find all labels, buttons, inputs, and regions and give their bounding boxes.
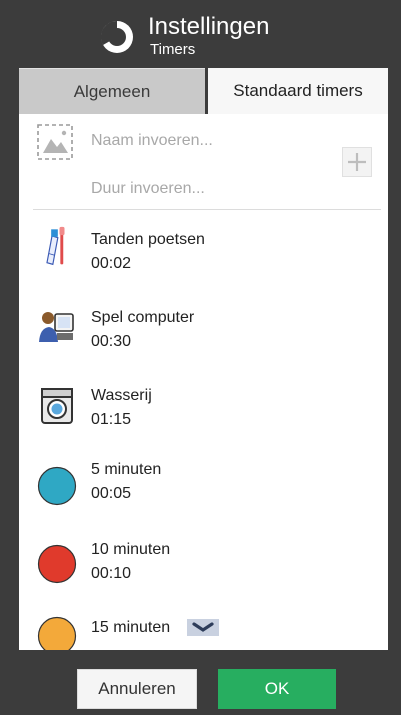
header: Instellingen Timers (0, 0, 401, 68)
timer-name: Wasserij (91, 387, 152, 404)
plus-icon (348, 153, 366, 171)
timers-panel: Tanden poetsen 00:02 Spel computer 00:30… (19, 114, 388, 650)
orange-circle-icon (37, 616, 77, 650)
timer-duration: 00:05 (91, 485, 132, 502)
divider (33, 209, 381, 210)
timer-item-wasserij[interactable]: Wasserij 01:15 (19, 380, 388, 450)
circle-progress-logo (100, 20, 133, 53)
timer-duration: 01:15 (91, 411, 132, 428)
cancel-button[interactable]: Annuleren (77, 669, 197, 709)
timer-name: 15 minuten (91, 619, 171, 636)
red-circle-icon (37, 544, 77, 584)
timer-name: Tanden poetsen (91, 231, 205, 248)
timer-item-tanden-poetsen[interactable]: Tanden poetsen 00:02 (19, 220, 388, 290)
timer-name: 5 minuten (91, 461, 162, 478)
image-placeholder-icon[interactable] (37, 124, 73, 160)
timer-item-5-minuten[interactable]: 5 minuten 00:05 (19, 460, 388, 530)
timer-name: Spel computer (91, 309, 195, 326)
timer-item-10-minuten[interactable]: 10 minuten 00:10 (19, 540, 388, 610)
chevron-down-icon (192, 622, 214, 632)
tab-general[interactable]: Algemeen (19, 68, 205, 114)
page-title: Instellingen (148, 13, 270, 40)
tab-standard-timers[interactable]: Standaard timers (208, 68, 388, 114)
timer-name: 10 minuten (91, 541, 171, 558)
computer-user-icon (39, 312, 74, 342)
timer-duration-input[interactable] (91, 180, 331, 198)
timer-duration: 00:10 (91, 565, 132, 582)
timer-duration: 00:30 (91, 333, 132, 350)
scroll-down-button[interactable] (187, 619, 219, 636)
washing-machine-icon (41, 388, 73, 424)
timer-name-input[interactable] (91, 132, 331, 150)
add-timer-button[interactable] (342, 147, 372, 177)
blue-circle-icon (37, 466, 77, 506)
timer-item-spel-computer[interactable]: Spel computer 00:30 (19, 300, 388, 370)
timer-duration: 00:02 (91, 255, 132, 272)
toothbrush-icon (46, 226, 65, 266)
ok-button[interactable]: OK (218, 669, 336, 709)
page-subtitle: Timers (150, 41, 196, 58)
